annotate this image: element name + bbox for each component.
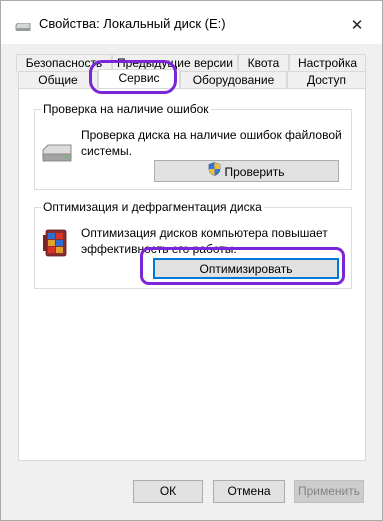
ok-button[interactable]: ОК bbox=[133, 480, 203, 503]
tab-label: Доступ bbox=[306, 73, 347, 87]
tab-customize[interactable]: Настройка bbox=[289, 54, 366, 72]
tools-tab-panel: Проверка на наличие ошибок Проверка диск… bbox=[18, 88, 366, 461]
uac-shield-icon bbox=[208, 162, 221, 182]
properties-dialog: Свойства: Локальный диск (E:) ✕ Безопасн… bbox=[0, 0, 383, 521]
error-check-description: Проверка диска на наличие ошибок файлово… bbox=[81, 127, 342, 159]
cancel-button[interactable]: Отмена bbox=[213, 480, 285, 503]
description-line: Оптимизация дисков компьютера повышает bbox=[81, 226, 328, 240]
optimize-button-label: Оптимизировать bbox=[199, 262, 293, 276]
description-line: системы. bbox=[81, 144, 132, 158]
optimize-description: Оптимизация дисков компьютера повышает э… bbox=[81, 225, 328, 257]
cancel-button-label: Отмена bbox=[227, 484, 271, 498]
tab-general[interactable]: Общие bbox=[18, 71, 98, 89]
drive-icon bbox=[41, 144, 73, 167]
error-check-title: Проверка на наличие ошибок bbox=[41, 102, 211, 116]
apply-button-label: Применить bbox=[297, 484, 360, 498]
ok-button-label: ОК bbox=[159, 484, 177, 498]
optimize-title: Оптимизация и дефрагментация диска bbox=[41, 200, 264, 214]
close-icon: ✕ bbox=[350, 17, 364, 34]
description-line: эффективность его работы. bbox=[81, 242, 237, 256]
tab-label: Квота bbox=[247, 56, 280, 70]
drive-title-icon bbox=[15, 21, 31, 31]
tab-label: Предыдущие версии bbox=[117, 56, 233, 70]
tab-label: Безопасность bbox=[25, 56, 103, 70]
tab-quota[interactable]: Квота bbox=[238, 54, 289, 72]
tab-label: Настройка bbox=[297, 56, 358, 70]
close-button[interactable]: ✕ bbox=[341, 11, 373, 39]
tab-tools[interactable]: Сервис bbox=[98, 69, 180, 89]
description-line: Проверка диска на наличие ошибок файлово… bbox=[81, 128, 342, 142]
tab-label: Оборудование bbox=[192, 73, 275, 87]
check-button-label: Проверить bbox=[224, 164, 285, 179]
tab-label: Общие bbox=[38, 73, 78, 87]
optimize-group: Оптимизация и дефрагментация диска Оптим… bbox=[34, 200, 352, 289]
defrag-icon bbox=[42, 227, 70, 262]
error-check-group: Проверка на наличие ошибок Проверка диск… bbox=[34, 102, 352, 190]
check-button[interactable]: Проверить bbox=[154, 160, 339, 182]
window-title: Свойства: Локальный диск (E:) bbox=[39, 16, 226, 31]
tab-sharing[interactable]: Доступ bbox=[287, 71, 366, 89]
tab-label: Сервис bbox=[118, 71, 160, 85]
title-bar: Свойства: Локальный диск (E:) ✕ bbox=[1, 1, 382, 44]
apply-button[interactable]: Применить bbox=[294, 480, 364, 503]
tab-hardware[interactable]: Оборудование bbox=[180, 71, 287, 89]
optimize-button[interactable]: Оптимизировать bbox=[153, 258, 339, 279]
